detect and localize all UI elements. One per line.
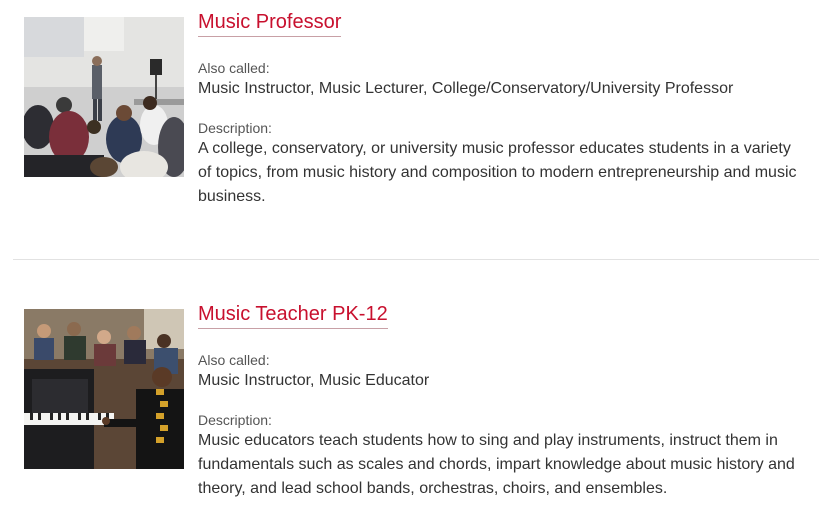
piano-classroom-photo[interactable] <box>24 309 184 469</box>
section-divider <box>13 259 819 260</box>
also-called-label: Also called: <box>198 60 270 76</box>
also-called-value: Music Instructor, Music Lecturer, Colleg… <box>198 80 734 97</box>
career-title-link[interactable]: Music Teacher PK-12 <box>198 300 388 329</box>
description-label: Description: <box>198 412 272 428</box>
piano-classroom-photo-image <box>24 309 184 469</box>
career-title-link[interactable]: Music Professor <box>198 8 342 37</box>
description-label: Description: <box>198 120 272 136</box>
description-value: Music educators teach students how to si… <box>198 432 795 497</box>
description-value: A college, conservatory, or university m… <box>198 140 797 205</box>
lecture-hall-photo[interactable] <box>24 17 184 177</box>
also-called-value: Music Instructor, Music Educator <box>198 372 430 389</box>
also-called-label: Also called: <box>198 352 270 368</box>
lecture-hall-photo-image <box>24 17 184 177</box>
career-content: Music Professor Also called: Music Instr… <box>198 8 798 209</box>
career-content: Music Teacher PK-12 Also called: Music I… <box>198 300 798 501</box>
